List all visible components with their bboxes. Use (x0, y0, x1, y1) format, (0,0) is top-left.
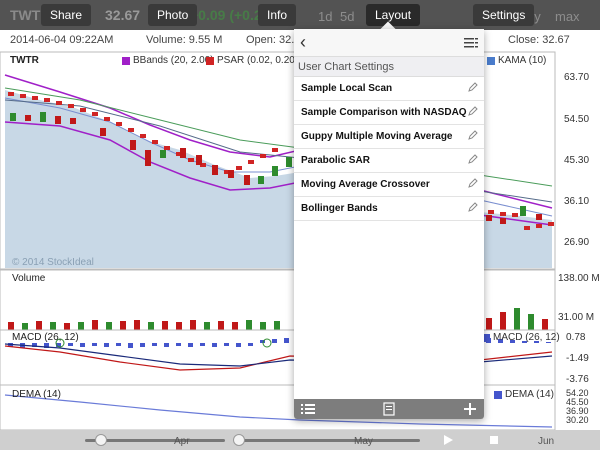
setting-item-guppy[interactable]: Guppy Multiple Moving Average (294, 125, 484, 149)
setting-item-ma-crossover[interactable]: Moving Average Crossover (294, 173, 484, 197)
legend-bbands-swatch (122, 56, 130, 65)
setting-item-label: Sample Local Scan (301, 83, 393, 94)
layout-button[interactable]: Layout (366, 4, 421, 26)
info-button[interactable]: Info (258, 4, 297, 26)
dema-tick-4: 30.20 (566, 415, 589, 425)
price-tick-3: 45.30 (564, 155, 590, 166)
period-max[interactable]: max (555, 9, 580, 24)
volume-pane-title: Volume (12, 273, 46, 284)
stock-chart-app: TWTR 32.67 +0.09 (+0.28%) 1d 5d 5y max S… (0, 0, 600, 450)
quote-volume: Volume: 9.55 M (146, 34, 223, 46)
settings-button[interactable]: Settings (473, 4, 535, 26)
macd-pane-title: MACD (26, 12) (12, 332, 79, 343)
bottom-timeline-bar: Apr May Jun (0, 430, 600, 450)
legend-psar-swatch (206, 56, 214, 65)
legend-bbands: BBands (20, 2.00) (122, 55, 214, 66)
period-5d[interactable]: 5d (340, 9, 354, 24)
setting-item-sample-comparison[interactable]: Sample Comparison with NASDAQ (294, 101, 484, 125)
setting-item-label: Guppy Multiple Moving Average (301, 131, 453, 142)
price-tick-4: 36.10 (564, 196, 590, 207)
month-may: May (354, 436, 373, 447)
edit-pencil-icon[interactable] (468, 82, 478, 92)
quote-datetime: 2014-06-04 09:22AM (10, 34, 114, 46)
document-icon[interactable] (381, 401, 397, 417)
month-jun: Jun (538, 436, 555, 447)
edit-pencil-icon[interactable] (468, 178, 478, 188)
edit-pencil-icon[interactable] (468, 202, 478, 212)
volume-tick-1: 138.00 M (558, 273, 600, 284)
edit-pencil-icon[interactable] (468, 154, 478, 164)
quote-close: Close: 32.67 (508, 34, 570, 46)
popover-header: ‹ (294, 29, 484, 57)
month-apr: Apr (174, 436, 190, 447)
edit-list-icon[interactable] (464, 37, 478, 49)
setting-item-sample-local-scan[interactable]: Sample Local Scan (294, 77, 484, 101)
range-slider-right[interactable] (235, 439, 420, 442)
quote-open: Open: 32.4 (246, 34, 301, 46)
setting-item-parabolic-sar[interactable]: Parabolic SAR (294, 149, 484, 173)
macd-tick-2: -1.49 (566, 353, 589, 364)
setting-item-label: Bollinger Bands (301, 203, 378, 214)
edit-pencil-icon[interactable] (468, 130, 478, 140)
share-button[interactable]: Share (41, 4, 92, 26)
price-tick-1: 63.70 (564, 72, 590, 83)
legend-psar: PSAR (0.02, 0.20) (206, 55, 298, 66)
volume-tick-2: 31.00 M (558, 312, 595, 323)
popover-footer-toolbar (294, 399, 484, 419)
macd-tick-3: -3.76 (566, 374, 589, 385)
price-tick-5: 26.90 (564, 237, 590, 248)
list-view-icon[interactable] (300, 401, 316, 417)
last-price: 32.67 (105, 7, 141, 23)
play-icon[interactable] (443, 435, 453, 445)
legend-dema: DEMA (14) (494, 389, 554, 400)
range-slider-right-knob[interactable] (233, 434, 245, 446)
edit-pencil-icon[interactable] (468, 106, 478, 116)
range-slider-left-knob[interactable] (95, 434, 107, 446)
add-plus-icon[interactable] (462, 401, 478, 417)
dema-pane-title: DEMA (14) (12, 389, 61, 400)
stop-icon[interactable] (489, 435, 499, 445)
price-pane-symbol: TWTR (10, 55, 39, 66)
top-toolbar: TWTR 32.67 +0.09 (+0.28%) 1d 5d 5y max S… (0, 0, 600, 30)
legend-bbands-label: BBands (20, 2.00) (133, 55, 214, 66)
legend-kama: KAMA (10) (487, 55, 546, 66)
setting-item-label: Sample Comparison with NASDAQ (301, 107, 467, 118)
setting-item-label: Parabolic SAR (301, 155, 370, 166)
macd-tick-1: 0.78 (566, 332, 586, 343)
watermark: © 2014 StockIdeal (12, 257, 94, 268)
legend-macd-label: MACD (26, 12) (493, 332, 560, 343)
photo-button[interactable]: Photo (148, 4, 198, 26)
setting-item-bollinger-bands[interactable]: Bollinger Bands (294, 197, 484, 221)
layout-popover: ‹ User Chart Settings Sample Local Scan … (294, 29, 484, 419)
period-1d[interactable]: 1d (318, 9, 332, 24)
setting-item-label: Moving Average Crossover (301, 179, 430, 190)
popover-section-title: User Chart Settings (294, 57, 484, 77)
back-chevron-icon[interactable]: ‹ (300, 33, 306, 51)
legend-kama-swatch (487, 56, 495, 65)
price-tick-2: 54.50 (564, 114, 590, 125)
legend-kama-label: KAMA (10) (498, 55, 547, 66)
legend-dema-label: DEMA (14) (505, 389, 554, 400)
legend-psar-label: PSAR (0.02, 0.20) (217, 55, 299, 66)
legend-dema-swatch (494, 390, 502, 399)
legend-macd: MACD (26, 12) (482, 332, 560, 343)
